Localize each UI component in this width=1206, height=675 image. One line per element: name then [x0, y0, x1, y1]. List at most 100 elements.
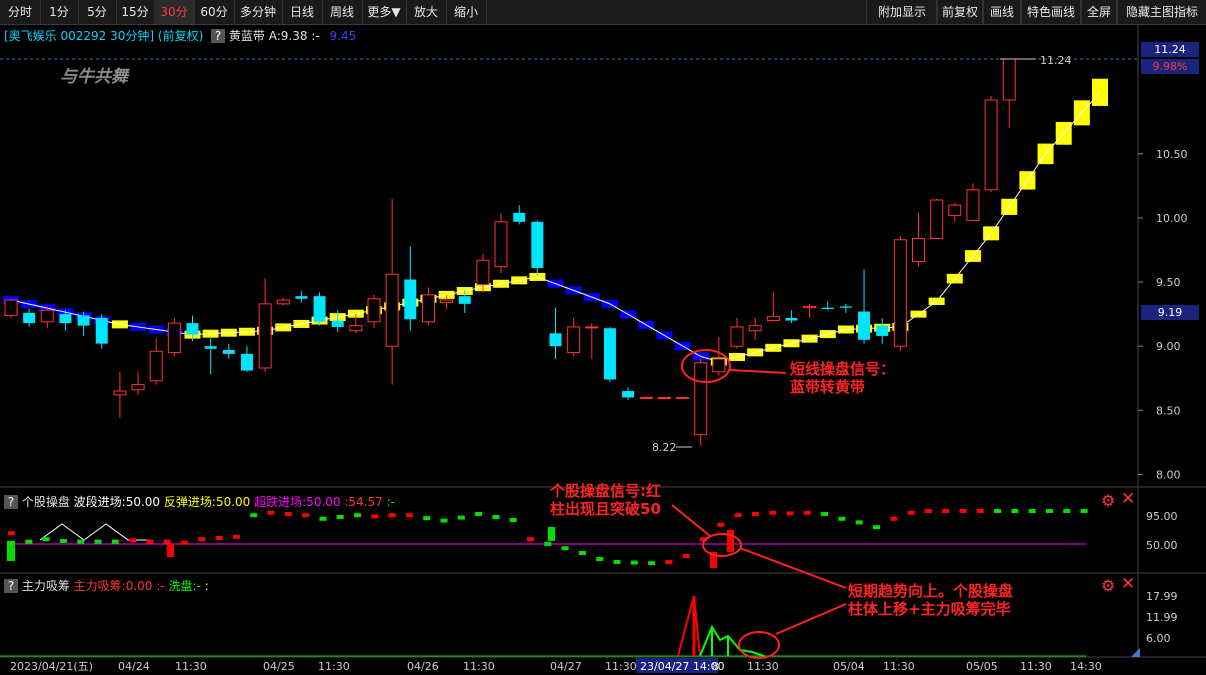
sub1-bar: [855, 520, 863, 525]
candle-body: [730, 326, 744, 347]
candle-body: [458, 296, 471, 304]
date-label: 11:30: [463, 660, 495, 673]
signal-pointer-sub1: [671, 504, 711, 537]
candle-body: [839, 306, 852, 308]
sub1-bar: [25, 539, 33, 544]
sub1-bar: [423, 516, 431, 521]
sub1-value: :54.57: [344, 495, 383, 509]
sub1-bar: [354, 513, 361, 518]
sub1-rebound-entry: 反弹进场:50.00: [163, 495, 251, 509]
price-tick-label: 10.50: [1156, 148, 1188, 161]
candle-body: [676, 396, 690, 399]
sub1-bar: [527, 537, 534, 542]
brand-logo: 与牛共舞: [60, 67, 128, 87]
sub1-bar: [769, 510, 777, 515]
sub1-bar: [267, 510, 275, 515]
date-label: 05/05: [966, 660, 998, 673]
sub1-close-icon[interactable]: ✕: [1121, 489, 1135, 509]
candle-body: [603, 328, 616, 380]
candle-body: [40, 309, 54, 323]
sub1-bar: [215, 536, 223, 540]
candle-body: [657, 396, 671, 399]
date-label: 11:30: [1020, 660, 1052, 673]
sub1-bar: [8, 531, 15, 536]
candle-body: [258, 303, 272, 369]
candle-body: [222, 350, 235, 354]
scroll-corner-icon: [1131, 648, 1140, 657]
candle-body: [276, 299, 290, 305]
candle-body: [585, 326, 599, 329]
sub2-gear-icon[interactable]: ⚙: [1101, 576, 1115, 595]
sub2-title: 主力吸筹: [21, 579, 70, 593]
sub1-bar: [94, 539, 102, 544]
price-tick-label: 8.50: [1156, 404, 1181, 417]
indicator-value: 9.45: [329, 29, 357, 43]
annotation-short-signal: 短线操盘信号： 蓝带转黄带: [790, 360, 895, 396]
sub1-bar: [1028, 509, 1036, 513]
sub2-red-spike: [677, 595, 701, 657]
date-label: 8: [712, 660, 719, 673]
sub1-bar: [336, 515, 344, 519]
sub2-tick-label: 17.99: [1146, 590, 1178, 603]
candle-body: [567, 326, 581, 354]
sub2-help-icon[interactable]: ?: [4, 579, 18, 593]
candle-body: [77, 315, 90, 326]
sub1-tick-label: 50.00: [1146, 539, 1178, 552]
sub1-bar: [890, 516, 898, 521]
date-label: 04/24: [118, 660, 150, 673]
signal-pointer-sub1b: [739, 547, 847, 589]
sub1-bar: [232, 534, 240, 539]
date-label: 04/26: [407, 660, 439, 673]
help-icon[interactable]: ?: [211, 29, 226, 43]
sub1-bar: [388, 513, 396, 518]
sub1-bar: [302, 513, 310, 518]
sub1-bar: [682, 554, 690, 558]
candle-body: [984, 99, 998, 191]
candle-body: [440, 299, 454, 304]
annotation-stock-signal: 个股操盘信号:红 柱出现且突破50: [550, 482, 661, 518]
annotation-stock-line1: 个股操盘信号:红: [550, 482, 661, 500]
sub1-bar: [665, 560, 673, 564]
sub2-close-icon[interactable]: ✕: [1121, 574, 1135, 594]
candle-body: [639, 396, 653, 399]
indicator-label: 黄蓝带 A:9.38: [228, 29, 308, 43]
sub1-bar: [181, 540, 188, 545]
signal-pointer-main: [729, 369, 787, 374]
sub1-bar: [198, 537, 206, 542]
sub1-bar: [492, 515, 500, 519]
sub2-header: ? 主力吸筹 主力吸筹:0.00 :- 洗盘:- :: [4, 577, 209, 594]
sub1-bar: [1063, 509, 1071, 513]
sub1-bar: [648, 561, 656, 566]
current-price-box: 9.19: [1141, 305, 1199, 320]
sub1-bar: [907, 510, 915, 515]
sub1-bar: [59, 539, 67, 543]
date-label: 11:30: [318, 660, 350, 673]
sub1-bar: [111, 539, 119, 544]
sub1-sep: :-: [386, 495, 395, 509]
candle-body: [494, 221, 508, 268]
candle-body: [167, 322, 181, 354]
candle-body: [59, 314, 72, 324]
sub1-bar: [163, 539, 171, 544]
candle-body: [821, 307, 834, 309]
sub1-wave-entry: 波段进场:50.00: [73, 495, 161, 509]
sub1-bar: [440, 518, 448, 523]
sub1-bar: [319, 516, 327, 521]
sub1-bar: [405, 513, 413, 518]
candle-body: [4, 299, 18, 316]
sub1-tall-bar: [548, 527, 555, 541]
sub1-help-icon[interactable]: ?: [4, 495, 18, 509]
sub1-gear-icon[interactable]: ⚙: [1101, 491, 1115, 510]
sub1-bar: [734, 513, 742, 518]
stock-title: [奥飞娱乐 002292 30分钟] (前复权): [4, 29, 204, 43]
sub1-tall-bar: [727, 530, 734, 552]
sub1-bar: [1046, 509, 1053, 513]
annotation-trend-line2: 柱体上移+主力吸筹完毕: [848, 600, 1011, 618]
sub1-tall-bar: [7, 541, 15, 561]
candle-body: [313, 296, 326, 322]
candle-body: [240, 353, 253, 371]
signal-pointer-sub2: [775, 603, 847, 635]
sub1-bar: [976, 509, 984, 513]
sub1-bar: [371, 514, 379, 519]
candle-body: [23, 312, 36, 324]
